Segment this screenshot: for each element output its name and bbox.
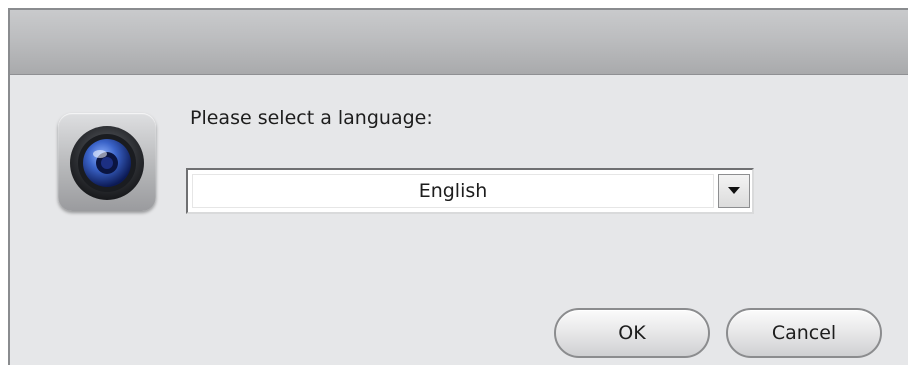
camera-lens-icon xyxy=(58,113,156,211)
cancel-button[interactable]: Cancel xyxy=(726,308,882,358)
language-select[interactable]: English xyxy=(186,168,754,214)
language-dialog: Please select a language: English OK Can… xyxy=(8,8,908,365)
ok-button[interactable]: OK xyxy=(554,308,710,358)
chevron-down-icon[interactable] xyxy=(718,174,750,208)
language-select-value[interactable]: English xyxy=(192,174,714,208)
dialog-titlebar[interactable] xyxy=(10,10,908,75)
language-prompt: Please select a language: xyxy=(190,107,433,129)
